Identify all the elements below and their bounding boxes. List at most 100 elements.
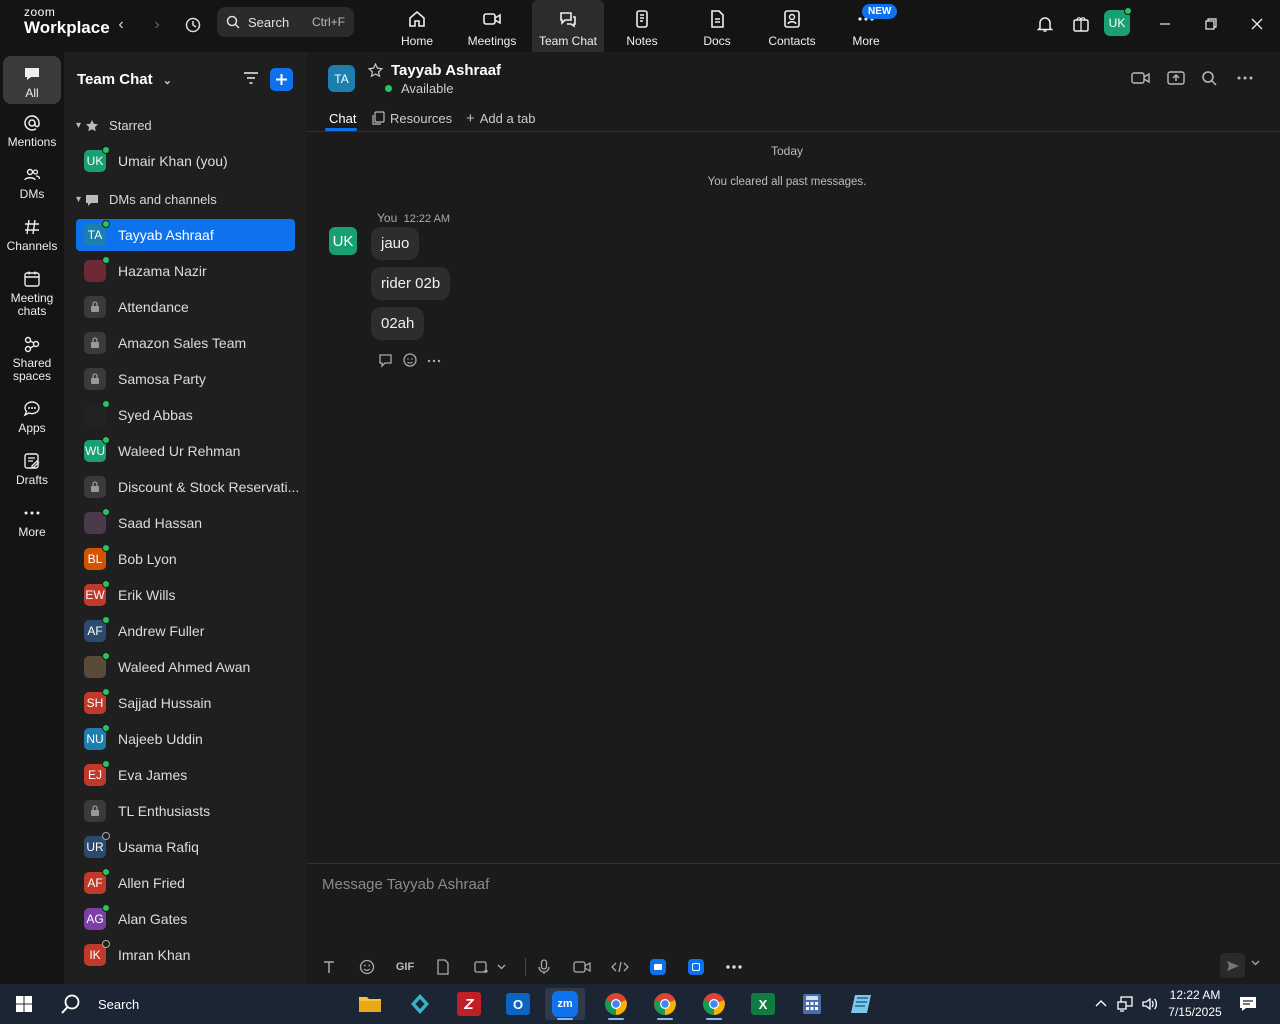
app-icon[interactable]	[685, 956, 707, 978]
sidebar-item[interactable]: Saad Hassan	[76, 507, 295, 539]
network-icon[interactable]	[1117, 995, 1135, 1013]
sidebar-item[interactable]: UR Usama Rafiq	[76, 831, 295, 863]
emoji-icon[interactable]	[356, 956, 378, 978]
sidebar-item[interactable]: Attendance	[76, 291, 295, 323]
search-icon[interactable]	[1201, 70, 1217, 86]
tab-chat[interactable]: Chat	[329, 108, 356, 128]
sidebar-item[interactable]: NU Najeeb Uddin	[76, 723, 295, 755]
filezilla-icon[interactable]: Z	[449, 988, 489, 1020]
file-explorer-icon[interactable]	[350, 988, 390, 1020]
show-hidden-icons[interactable]	[1094, 996, 1108, 1010]
notification-bell-icon[interactable]	[1032, 11, 1058, 37]
system-clock[interactable]: 12:22 AM 7/15/2025	[1160, 987, 1230, 1021]
message-more-icon[interactable]	[426, 352, 442, 368]
chrome-icon[interactable]	[596, 988, 636, 1020]
sidebar-item[interactable]: Syed Abbas	[76, 399, 295, 431]
starred-section-header[interactable]: ▾ Starred	[76, 118, 152, 133]
chevron-down-icon[interactable]	[494, 956, 508, 978]
reply-icon[interactable]	[378, 352, 394, 368]
sidebar-item[interactable]: EJ Eva James	[76, 759, 295, 791]
rail-drafts[interactable]: Drafts	[3, 452, 61, 487]
dms-section-header[interactable]: ▾ DMs and channels	[76, 192, 217, 207]
message-bubble[interactable]: rider 02b	[371, 267, 451, 300]
file-icon[interactable]	[432, 956, 454, 978]
filter-icon[interactable]	[242, 69, 260, 87]
nav-team-chat[interactable]: Team Chat	[532, 0, 604, 52]
message-bubble[interactable]: 02ah	[371, 307, 425, 340]
restore-icon[interactable]	[1198, 11, 1224, 37]
rail-all[interactable]: All	[3, 56, 61, 104]
sidebar-item[interactable]: WU Waleed Ur Rehman	[76, 435, 295, 467]
share-screen-icon[interactable]	[1167, 70, 1185, 86]
zoom-taskbar-icon[interactable]: zm	[545, 988, 585, 1020]
tab-add[interactable]: + Add a tab	[466, 108, 535, 128]
sidebar-item[interactable]: SH Sajjad Hussain	[76, 687, 295, 719]
gif-button[interactable]: GIF	[394, 956, 416, 978]
sidebar-item[interactable]: Amazon Sales Team	[76, 327, 295, 359]
chevron-down-icon[interactable]	[1251, 960, 1260, 966]
app-icon[interactable]	[647, 956, 669, 978]
sidebar-title[interactable]: Team Chat ⌄	[77, 71, 172, 88]
rail-more[interactable]: More	[3, 504, 61, 539]
search-box[interactable]: Search Ctrl+F	[217, 7, 354, 37]
minimize-icon[interactable]	[1152, 11, 1178, 37]
sidebar-item[interactable]: AF Allen Fried	[76, 867, 295, 899]
more-options-icon[interactable]	[1236, 70, 1254, 86]
nav-contacts[interactable]: Contacts	[756, 0, 828, 52]
windows-start-icon[interactable]	[4, 988, 44, 1020]
add-reaction-icon[interactable]	[402, 352, 418, 368]
text-format-icon[interactable]	[318, 956, 340, 978]
new-chat-button[interactable]	[270, 68, 293, 91]
code-snippet-icon[interactable]	[609, 956, 631, 978]
sidebar-item[interactable]: IK Imran Khan	[76, 939, 295, 971]
nav-notes[interactable]: Notes	[606, 0, 678, 52]
sidebar-item[interactable]: EW Erik Wills	[76, 579, 295, 611]
star-outline-icon[interactable]	[368, 63, 383, 78]
notification-center-icon[interactable]	[1238, 994, 1258, 1014]
message-input[interactable]	[322, 873, 1222, 895]
chrome-icon[interactable]	[645, 988, 685, 1020]
sidebar-item[interactable]: TL Enthusiasts	[76, 795, 295, 827]
calculator-icon[interactable]	[792, 988, 832, 1020]
rail-dms[interactable]: DMs	[3, 166, 61, 201]
rail-meeting-chats[interactable]: Meeting chats	[3, 270, 61, 318]
nav-home[interactable]: Home	[381, 0, 453, 52]
message-bubble[interactable]: jauo	[371, 227, 420, 260]
microphone-icon[interactable]	[533, 956, 555, 978]
sidebar-item[interactable]: AG Alan Gates	[76, 903, 295, 935]
nav-docs[interactable]: Docs	[681, 0, 753, 52]
sidebar-item[interactable]: Samosa Party	[76, 363, 295, 395]
app-icon[interactable]	[841, 988, 881, 1020]
close-icon[interactable]	[1244, 11, 1270, 37]
sidebar-item[interactable]: BL Bob Lyon	[76, 543, 295, 575]
video-message-icon[interactable]	[571, 956, 593, 978]
volume-icon[interactable]	[1141, 995, 1159, 1013]
excel-icon[interactable]: X	[743, 988, 783, 1020]
sidebar-item[interactable]: Waleed Ahmed Awan	[76, 651, 295, 683]
screenshot-icon[interactable]	[470, 956, 492, 978]
nav-meetings[interactable]: Meetings	[456, 0, 528, 52]
more-tools-icon[interactable]	[723, 956, 745, 978]
whats-new-icon[interactable]	[1068, 11, 1094, 37]
sidebar-item[interactable]: AF Andrew Fuller	[76, 615, 295, 647]
rail-channels[interactable]: Channels	[3, 218, 61, 253]
contact-name[interactable]: Tayyab Ashraaf	[391, 62, 501, 79]
app-icon[interactable]	[400, 988, 440, 1020]
outlook-icon[interactable]: O	[498, 988, 538, 1020]
history-icon[interactable]	[181, 13, 205, 37]
chrome-icon[interactable]	[694, 988, 734, 1020]
sidebar-item[interactable]: Hazama Nazir	[76, 255, 295, 287]
rail-shared-spaces[interactable]: Shared spaces	[3, 335, 61, 383]
rail-mentions[interactable]: Mentions	[3, 114, 61, 149]
sidebar-item[interactable]: Discount & Stock Reservati...	[76, 471, 299, 503]
send-button[interactable]	[1220, 953, 1245, 978]
taskbar-search[interactable]: Search	[50, 988, 340, 1020]
sidebar-item-selected[interactable]: TA Tayyab Ashraaf	[76, 219, 295, 251]
tab-resources[interactable]: Resources	[372, 108, 452, 128]
sidebar-item-starred[interactable]: UK Umair Khan (you)	[76, 145, 295, 177]
avatar[interactable]: UK	[329, 227, 357, 255]
avatar[interactable]: TA	[328, 65, 355, 92]
video-call-icon[interactable]	[1131, 70, 1151, 86]
forward-arrow-icon[interactable]: ›	[145, 13, 169, 37]
rail-apps[interactable]: Apps	[3, 400, 61, 435]
